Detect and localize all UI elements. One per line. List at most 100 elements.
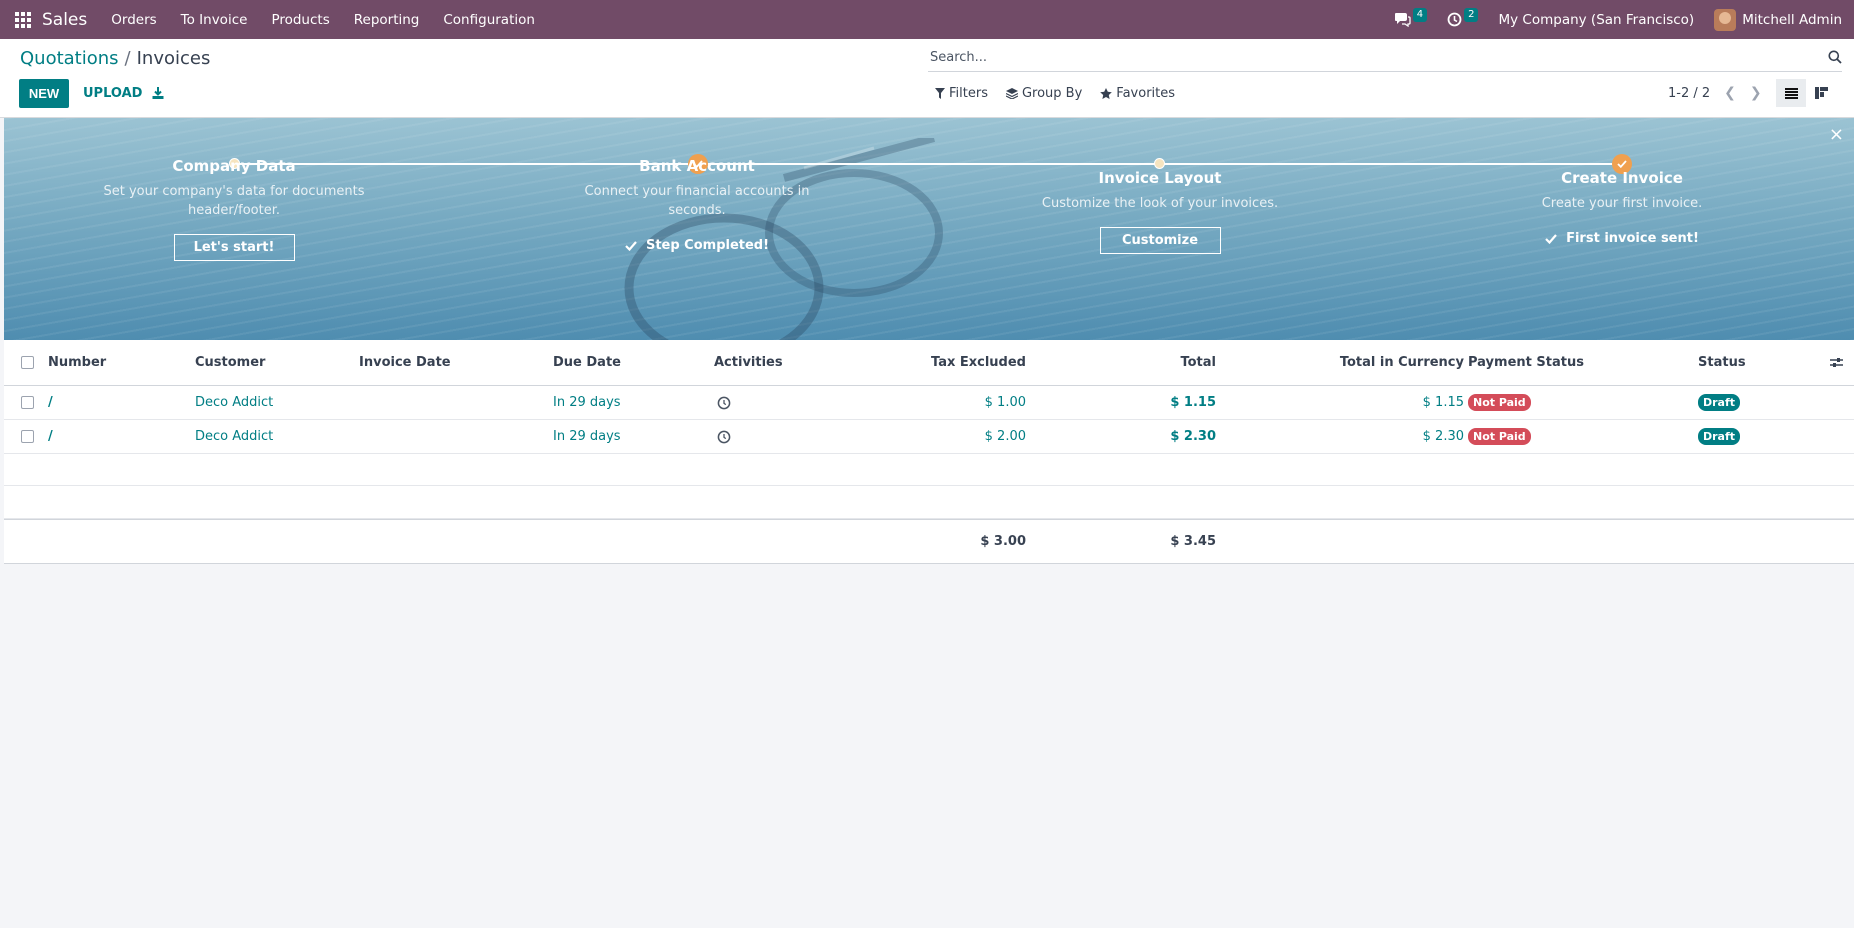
activities-button[interactable]: 2 <box>1447 7 1479 27</box>
breadcrumb: Quotations / Invoices <box>20 48 210 69</box>
column-customer[interactable]: Customer <box>195 340 265 385</box>
table-row[interactable]: / Deco Addict In 29 days $ 1.00 $ 1.15 $… <box>4 386 1854 420</box>
tax-excluded: $ 2.00 <box>984 429 1026 444</box>
list-view-button[interactable] <box>1776 79 1806 107</box>
total: $ 1.15 <box>1170 395 1216 410</box>
customer-name[interactable]: Deco Addict <box>195 420 273 453</box>
lets-start-button[interactable]: Let's start! <box>173 234 295 261</box>
menu-orders[interactable]: Orders <box>99 12 168 28</box>
new-button[interactable]: NEW <box>19 79 69 108</box>
download-button[interactable] <box>148 83 168 103</box>
pager: 1-2 / 2 ❮ ❯ <box>1668 85 1762 101</box>
control-panel: Quotations/Invoices NEW UPLOAD Filters G… <box>0 39 1854 118</box>
column-status[interactable]: Status <box>1698 340 1746 385</box>
column-total-in-currency[interactable]: Total in Currency <box>1264 340 1464 385</box>
menu-reporting[interactable]: Reporting <box>342 12 432 28</box>
groupby-label: Group By <box>1021 86 1083 101</box>
total: $ 2.30 <box>1170 429 1216 444</box>
top-navbar: Sales Orders To Invoice Products Reporti… <box>0 0 1854 39</box>
search-input[interactable] <box>928 50 1808 65</box>
step-completed-status: First invoice sent! <box>1482 231 1762 246</box>
chat-icon <box>1394 13 1411 27</box>
search-icon[interactable] <box>1828 50 1842 64</box>
not-paid-label: Not Paid <box>1468 394 1531 411</box>
menu-to-invoice[interactable]: To Invoice <box>169 12 260 28</box>
column-payment-status[interactable]: Payment Status <box>1468 340 1584 385</box>
step-completed-label: Step Completed! <box>645 238 770 253</box>
invoice-number[interactable]: / <box>48 386 53 419</box>
star-icon <box>1100 88 1113 99</box>
customer-name[interactable]: Deco Addict <box>195 386 273 419</box>
column-tax-excluded[interactable]: Tax Excluded <box>854 340 1026 385</box>
menu-products[interactable]: Products <box>259 12 341 28</box>
breadcrumb-quotations[interactable]: Quotations <box>20 48 119 69</box>
breadcrumb-current: Invoices <box>136 48 211 69</box>
upload-button[interactable]: UPLOAD <box>79 79 146 108</box>
grand-total: $ 3.45 <box>1170 534 1216 549</box>
optional-columns-toggle[interactable] <box>1830 340 1843 385</box>
onboarding-banner: × Company Data Set your company's data f… <box>4 118 1854 340</box>
invoice-list: Number Customer Invoice Date Due Date Ac… <box>4 340 1854 564</box>
step-description: Connect your financial accounts in secon… <box>584 184 810 218</box>
company-switcher[interactable]: My Company (San Francisco) <box>1498 12 1694 28</box>
kanban-icon <box>1814 87 1828 99</box>
menu-configuration[interactable]: Configuration <box>431 12 547 28</box>
pager-previous-icon[interactable]: ❮ <box>1724 85 1736 101</box>
tax-excluded: $ 1.00 <box>984 395 1026 410</box>
customize-button[interactable]: Customize <box>1099 227 1221 254</box>
activities-count-badge: 2 <box>1464 7 1479 22</box>
row-checkbox[interactable] <box>21 420 34 453</box>
column-number[interactable]: Number <box>48 340 106 385</box>
step-company-data: Company Data Set your company's data for… <box>94 157 374 261</box>
step-title: Bank Account <box>639 157 755 175</box>
pager-value[interactable]: 1-2 / 2 <box>1668 86 1710 101</box>
column-activities[interactable]: Activities <box>714 340 783 385</box>
favorites-label: Favorites <box>1116 86 1176 101</box>
column-total[interactable]: Total <box>1044 340 1216 385</box>
empty-row <box>4 486 1854 519</box>
first-invoice-sent-label: First invoice sent! <box>1566 231 1699 246</box>
layers-icon <box>1005 88 1018 99</box>
payment-status-badge: Not Paid <box>1468 420 1531 453</box>
step-completed-status: Step Completed! <box>557 238 837 253</box>
checkmark-icon <box>1545 233 1557 244</box>
favorites-button[interactable]: Favorites <box>1100 86 1175 101</box>
column-due-date[interactable]: Due Date <box>553 340 621 385</box>
filters-button[interactable]: Filters <box>935 86 988 101</box>
invoice-number[interactable]: / <box>48 420 53 453</box>
table-row[interactable]: / Deco Addict In 29 days $ 2.00 $ 2.30 $… <box>4 420 1854 454</box>
select-all-checkbox[interactable] <box>21 340 34 385</box>
empty-row <box>4 454 1854 486</box>
download-icon <box>152 87 164 99</box>
messages-button[interactable]: 4 <box>1394 7 1428 27</box>
pager-next-icon[interactable]: ❯ <box>1750 85 1762 101</box>
draft-label: Draft <box>1698 394 1741 411</box>
table-header: Number Customer Invoice Date Due Date Ac… <box>4 340 1854 386</box>
messages-count-badge: 4 <box>1412 7 1428 22</box>
user-menu[interactable]: Mitchell Admin <box>1742 12 1842 28</box>
close-banner-button[interactable]: × <box>1829 126 1844 144</box>
column-invoice-date[interactable]: Invoice Date <box>359 340 451 385</box>
search-bar <box>928 44 1842 72</box>
row-checkbox[interactable] <box>21 386 34 419</box>
total-tax-excluded: $ 3.00 <box>980 534 1026 549</box>
avatar[interactable] <box>1714 8 1737 31</box>
sliders-icon <box>1830 358 1843 367</box>
step-title: Invoice Layout <box>1098 169 1222 187</box>
step-3-dot <box>1154 158 1165 169</box>
total-in-currency: $ 2.30 <box>1422 429 1464 444</box>
totals-row: $ 3.00 $ 3.45 <box>4 519 1854 564</box>
progress-line <box>234 163 1624 165</box>
apps-menu-icon[interactable] <box>15 11 31 28</box>
groupby-button[interactable]: Group By <box>1005 86 1083 101</box>
search-options: Filters Group By Favorites <box>935 86 1193 101</box>
activity-clock-icon[interactable] <box>717 420 731 453</box>
status-badge: Draft <box>1698 420 1741 453</box>
step-description: Customize the look of your invoices. <box>1041 196 1279 211</box>
app-name[interactable]: Sales <box>42 10 87 30</box>
kanban-view-button[interactable] <box>1806 79 1836 107</box>
step-description: Set your company's data for documents he… <box>103 184 365 218</box>
view-switcher <box>1776 79 1836 107</box>
activity-clock-icon[interactable] <box>717 386 731 419</box>
filter-icon <box>935 88 945 99</box>
